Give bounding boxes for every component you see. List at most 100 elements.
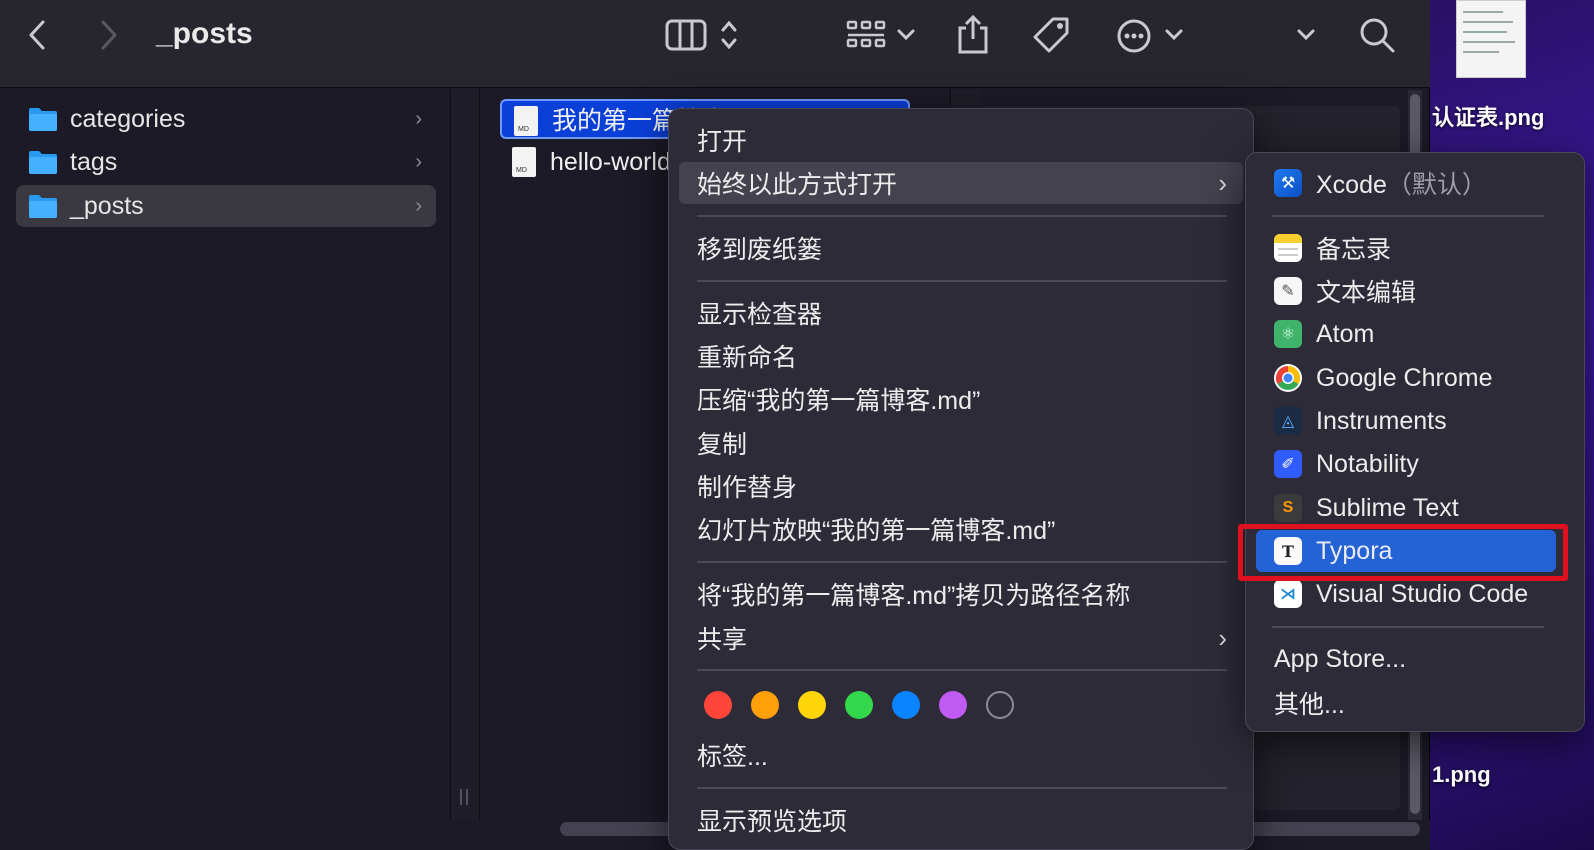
app-label: 文本编辑 xyxy=(1316,279,1417,307)
menu-item-label: 移到废纸篓 xyxy=(697,236,823,264)
app-item-chrome[interactable]: Google Chrome xyxy=(1256,357,1556,399)
menu-item-label: 标签... xyxy=(697,743,768,771)
menu-item-label: 显示预览选项 xyxy=(697,808,848,836)
app-label: Xcode（默认） xyxy=(1316,171,1487,199)
app-item-instruments[interactable]: ◬ Instruments xyxy=(1256,400,1556,442)
menu-item-label: 制作替身 xyxy=(697,474,798,502)
notes-icon xyxy=(1274,234,1302,262)
sidebar-item-label: categories xyxy=(70,104,186,133)
back-icon[interactable] xyxy=(20,16,54,54)
menu-item-label: 共享 xyxy=(697,626,748,654)
markdown-file-icon xyxy=(512,147,536,177)
menu-separator xyxy=(1272,626,1544,628)
tag-color-dot[interactable] xyxy=(751,691,779,719)
forward-icon[interactable] xyxy=(92,16,126,54)
desktop-file-thumbnail[interactable] xyxy=(1456,0,1526,78)
column-view-icon[interactable] xyxy=(664,18,708,52)
menu-item-show-inspector[interactable]: 显示检查器 xyxy=(679,292,1243,334)
tag-color-none[interactable] xyxy=(986,691,1014,719)
menu-item-copy-path[interactable]: 将“我的第一篇博客.md”拷贝为路径名称 xyxy=(679,573,1243,615)
sidebar-item-posts[interactable]: _posts › xyxy=(16,185,436,227)
chevron-down-icon[interactable] xyxy=(1162,24,1186,46)
share-icon[interactable] xyxy=(954,12,992,56)
sublime-text-icon: S xyxy=(1274,494,1302,522)
xcode-icon: ⚒ xyxy=(1274,169,1302,197)
tag-color-dot[interactable] xyxy=(939,691,967,719)
desktop-file-label[interactable]: 1.png xyxy=(1432,762,1491,788)
menu-separator xyxy=(697,669,1227,671)
folder-icon xyxy=(29,195,57,218)
app-item-notes[interactable]: 备忘录 xyxy=(1256,227,1556,269)
menu-item-tags[interactable]: 标签... xyxy=(679,734,1243,776)
menu-item-share[interactable]: 共享 › xyxy=(679,617,1243,659)
chevron-right-icon: › xyxy=(1218,622,1227,653)
app-label: Google Chrome xyxy=(1316,363,1493,392)
markdown-file-icon xyxy=(514,106,538,136)
menu-item-label: 始终以此方式打开 xyxy=(697,171,898,199)
chevron-down-icon[interactable] xyxy=(894,24,918,46)
highlight-annotation-box xyxy=(1238,524,1568,581)
menu-item-slideshow[interactable]: 幻灯片放映“我的第一篇博客.md” xyxy=(679,508,1243,550)
toolbar: _posts xyxy=(0,0,1430,88)
menu-item-open-with[interactable]: 始终以此方式打开 › xyxy=(679,162,1243,204)
menu-item-duplicate[interactable]: 复制 xyxy=(679,422,1243,464)
desktop-file-label[interactable]: 认证表.png xyxy=(1432,100,1544,132)
menu-separator xyxy=(697,215,1227,217)
app-label: Notability xyxy=(1316,449,1419,478)
chevron-right-icon: › xyxy=(415,107,422,130)
tag-color-dot[interactable] xyxy=(704,691,732,719)
app-item-app-store[interactable]: App Store... xyxy=(1256,638,1556,680)
app-item-sublime-text[interactable]: S Sublime Text xyxy=(1256,487,1556,529)
folder-icon xyxy=(29,108,57,131)
group-icon[interactable] xyxy=(844,18,888,52)
search-icon[interactable] xyxy=(1356,14,1398,56)
tag-color-dot[interactable] xyxy=(845,691,873,719)
file-row[interactable]: hello-world.md xyxy=(500,142,668,182)
menu-item-label: 显示检查器 xyxy=(697,301,823,329)
app-label: Instruments xyxy=(1316,406,1447,435)
open-with-submenu: ⚒ Xcode（默认） 备忘录 ✎ 文本编辑 ⚛ Atom Google Chr… xyxy=(1245,152,1585,732)
menu-item-rename[interactable]: 重新命名 xyxy=(679,335,1243,377)
menu-item-show-preview-options[interactable]: 显示预览选项 xyxy=(679,799,1243,841)
textedit-icon: ✎ xyxy=(1274,277,1302,305)
tag-color-dot[interactable] xyxy=(892,691,920,719)
menu-item-move-to-trash[interactable]: 移到废纸篓 xyxy=(679,227,1243,269)
app-item-textedit[interactable]: ✎ 文本编辑 xyxy=(1256,270,1556,312)
tag-color-dot[interactable] xyxy=(798,691,826,719)
atom-icon: ⚛ xyxy=(1274,320,1302,348)
window-title: _posts xyxy=(156,17,253,50)
app-label: Atom xyxy=(1316,319,1375,348)
menu-item-make-alias[interactable]: 制作替身 xyxy=(679,465,1243,507)
app-label: App Store... xyxy=(1274,644,1407,673)
menu-item-label: 压缩“我的第一篇博客.md” xyxy=(697,387,981,415)
menu-item-label: 重新命名 xyxy=(697,344,798,372)
menu-separator xyxy=(697,787,1227,789)
menu-item-open[interactable]: 打开 xyxy=(679,119,1243,161)
app-item-notability[interactable]: ✐ Notability xyxy=(1256,443,1556,485)
menu-item-compress[interactable]: 压缩“我的第一篇博客.md” xyxy=(679,378,1243,420)
context-menu: 打开 始终以此方式打开 › 移到废纸篓 显示检查器 重新命名 压缩“我的第一篇博… xyxy=(668,108,1254,850)
chevron-right-icon: › xyxy=(1218,167,1227,198)
sidebar-item-tags[interactable]: tags › xyxy=(16,141,436,183)
more-icon[interactable] xyxy=(1114,16,1154,56)
column-resize-handle[interactable] xyxy=(450,89,480,819)
instruments-icon: ◬ xyxy=(1274,407,1302,435)
file-name: hello-world.md xyxy=(550,147,668,176)
vscode-icon: ⋊ xyxy=(1274,580,1302,608)
chevron-updown-icon[interactable] xyxy=(716,18,742,52)
app-item-atom[interactable]: ⚛ Atom xyxy=(1256,313,1556,355)
sidebar-item-categories[interactable]: categories › xyxy=(16,98,436,140)
app-item-xcode[interactable]: ⚒ Xcode（默认） xyxy=(1256,162,1556,204)
sidebar-item-label: _posts xyxy=(70,191,144,220)
menu-separator xyxy=(697,561,1227,563)
app-label: Sublime Text xyxy=(1316,493,1459,522)
tag-icon[interactable] xyxy=(1030,14,1072,56)
chevron-right-icon: › xyxy=(415,194,422,217)
app-label: 其他... xyxy=(1274,691,1345,719)
folder-icon xyxy=(29,151,57,174)
app-label: Visual Studio Code xyxy=(1316,579,1529,608)
expand-icon[interactable] xyxy=(1294,24,1318,46)
chrome-icon xyxy=(1274,364,1302,392)
app-item-other[interactable]: 其他... xyxy=(1256,682,1556,724)
menu-separator xyxy=(697,280,1227,282)
